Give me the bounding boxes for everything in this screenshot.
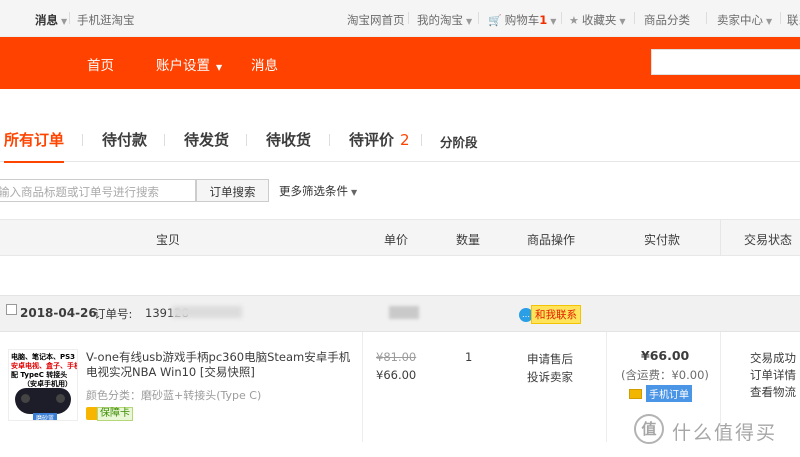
tab-pending-payment[interactable]: 待付款 <box>102 129 147 150</box>
card-icon <box>629 388 642 399</box>
chevron-down-icon: ▼ <box>61 17 68 26</box>
view-logistics-link[interactable]: 查看物流 <box>750 384 796 401</box>
mobile-order-badge: 手机订单 <box>629 385 692 402</box>
quantity-value: 1 <box>465 350 473 364</box>
order-search-input[interactable]: 输入商品标题或订单号进行搜索 <box>0 179 196 202</box>
seller-center-link[interactable]: 卖家中心 ▼ <box>717 12 772 28</box>
item-operations: 申请售后 投诉卖家 <box>527 350 573 386</box>
divider <box>421 134 422 146</box>
col-item: 宝贝 <box>156 233 181 247</box>
divider <box>329 134 330 146</box>
messages-link[interactable]: 消息 ▼ <box>35 12 67 28</box>
more-filters-link[interactable]: 更多筛选条件 ▼ <box>279 183 357 199</box>
col-operations: 商品操作 <box>527 233 576 247</box>
gamepad-image <box>15 388 71 414</box>
mobile-taobao-link[interactable]: 手机逛淘宝 <box>77 12 135 28</box>
divider <box>561 12 562 24</box>
order-checkbox[interactable] <box>6 304 17 315</box>
tab-pending-review[interactable]: 待评价 2 <box>349 129 410 150</box>
site-top-bar: 消息 ▼ 手机逛淘宝 淘宝网首页 我的淘宝 ▼ 🛒 购物车1 ▼ ★ 收藏夹 ▼ 商品分类 … <box>0 0 800 37</box>
cart-link[interactable]: 🛒 购物车1 ▼ <box>488 12 556 28</box>
order-header: 2018-04-26 订单号: 139128 … 和我联系 <box>0 295 800 331</box>
redacted-order-no <box>172 306 242 318</box>
review-count: 2 <box>400 131 410 149</box>
nav-home[interactable]: 首页 <box>87 54 114 74</box>
chevron-down-icon: ▼ <box>216 63 223 72</box>
main-nav: 首页 账户设置 ▼ 消息 <box>0 37 800 89</box>
col-price: 单价 <box>384 233 409 247</box>
tab-pending-shipment[interactable]: 待发货 <box>184 129 229 150</box>
shipping-fee: (含运费：¥0.00) <box>621 368 709 382</box>
guarantee-label: 保障卡 <box>97 406 133 421</box>
order-tabs: 所有订单 待付款 待发货 待收货 待评价 2 分阶段 <box>0 120 800 163</box>
star-icon: ★ <box>569 14 579 27</box>
nav-account-settings[interactable]: 账户设置 ▼ <box>156 54 222 74</box>
divider <box>82 134 83 146</box>
original-price: ¥81.00 <box>376 350 417 364</box>
order-search-button[interactable]: 订单搜索 <box>196 179 269 202</box>
watermark-logo: 值 <box>634 414 664 444</box>
mobile-order-label: 手机订单 <box>646 385 692 402</box>
divider <box>780 12 781 24</box>
order-status: 交易成功 订单详情 查看物流 <box>750 350 796 401</box>
site-search-input[interactable] <box>651 49 800 75</box>
divider <box>606 332 607 442</box>
my-taobao-link[interactable]: 我的淘宝 ▼ <box>417 12 472 28</box>
col-paid: 实付款 <box>644 233 681 247</box>
favorites-link[interactable]: ★ 收藏夹 ▼ <box>569 12 626 28</box>
order-no-label: 订单号: <box>94 307 133 321</box>
complain-seller-link[interactable]: 投诉卖家 <box>527 368 573 386</box>
contact-service-link[interactable]: 联系 <box>787 12 800 28</box>
divider <box>408 12 409 24</box>
current-price: ¥66.00 <box>376 368 417 382</box>
divider <box>246 134 247 146</box>
tab-pending-receipt[interactable]: 待收货 <box>266 129 311 150</box>
categories-link[interactable]: 商品分类 <box>644 12 690 28</box>
taobao-home-link[interactable]: 淘宝网首页 <box>347 12 405 28</box>
redacted-seller-name <box>389 306 419 319</box>
tab-installment[interactable]: 分阶段 <box>440 132 478 151</box>
nav-messages[interactable]: 消息 <box>251 54 278 74</box>
chevron-down-icon: ▼ <box>619 17 626 26</box>
divider <box>362 332 363 442</box>
watermark-text: 什么值得买 <box>672 422 778 444</box>
paid-amount: ¥66.00 <box>641 348 690 363</box>
divider <box>634 12 635 24</box>
product-title-link[interactable]: V-one有线usb游戏手柄pc360电脑Steam安卓手机电视实况NBA Wi… <box>86 350 356 380</box>
divider <box>69 12 70 24</box>
divider <box>706 12 707 24</box>
guarantee-card-badge[interactable]: 保障卡 <box>86 406 133 421</box>
chevron-down-icon: ▼ <box>466 17 473 26</box>
divider <box>720 220 721 256</box>
divider <box>164 134 165 146</box>
contact-me-label: 和我联系 <box>531 305 581 324</box>
contact-seller-button[interactable]: … 和我联系 <box>519 305 581 324</box>
col-status: 交易状态 <box>744 233 793 247</box>
chevron-down-icon: ▼ <box>766 17 773 26</box>
order-detail-link[interactable]: 订单详情 <box>750 367 796 384</box>
apply-after-sale-link[interactable]: 申请售后 <box>527 350 573 368</box>
cart-count: 1 <box>539 13 548 27</box>
chevron-down-icon: ▼ <box>351 188 358 197</box>
tab-all-orders[interactable]: 所有订单 <box>4 129 65 163</box>
divider <box>478 12 479 24</box>
status-success: 交易成功 <box>750 351 796 365</box>
order-date: 2018-04-26 <box>20 306 97 320</box>
product-thumbnail[interactable]: 电脑、笔记本、PS3 安卓电视、盒子、手机 配 TypeC 转接头 （安卓手机用… <box>8 349 78 421</box>
thumb-badge: 磨砂蓝 <box>33 413 58 420</box>
product-attributes: 颜色分类：磨砂蓝+转接头(Type C) <box>86 389 262 402</box>
order-table-header: 宝贝 单价 数量 商品操作 实付款 交易状态 <box>0 219 800 256</box>
col-quantity: 数量 <box>456 233 481 247</box>
chevron-down-icon: ▼ <box>550 17 557 26</box>
cart-icon: 🛒 <box>488 14 502 27</box>
